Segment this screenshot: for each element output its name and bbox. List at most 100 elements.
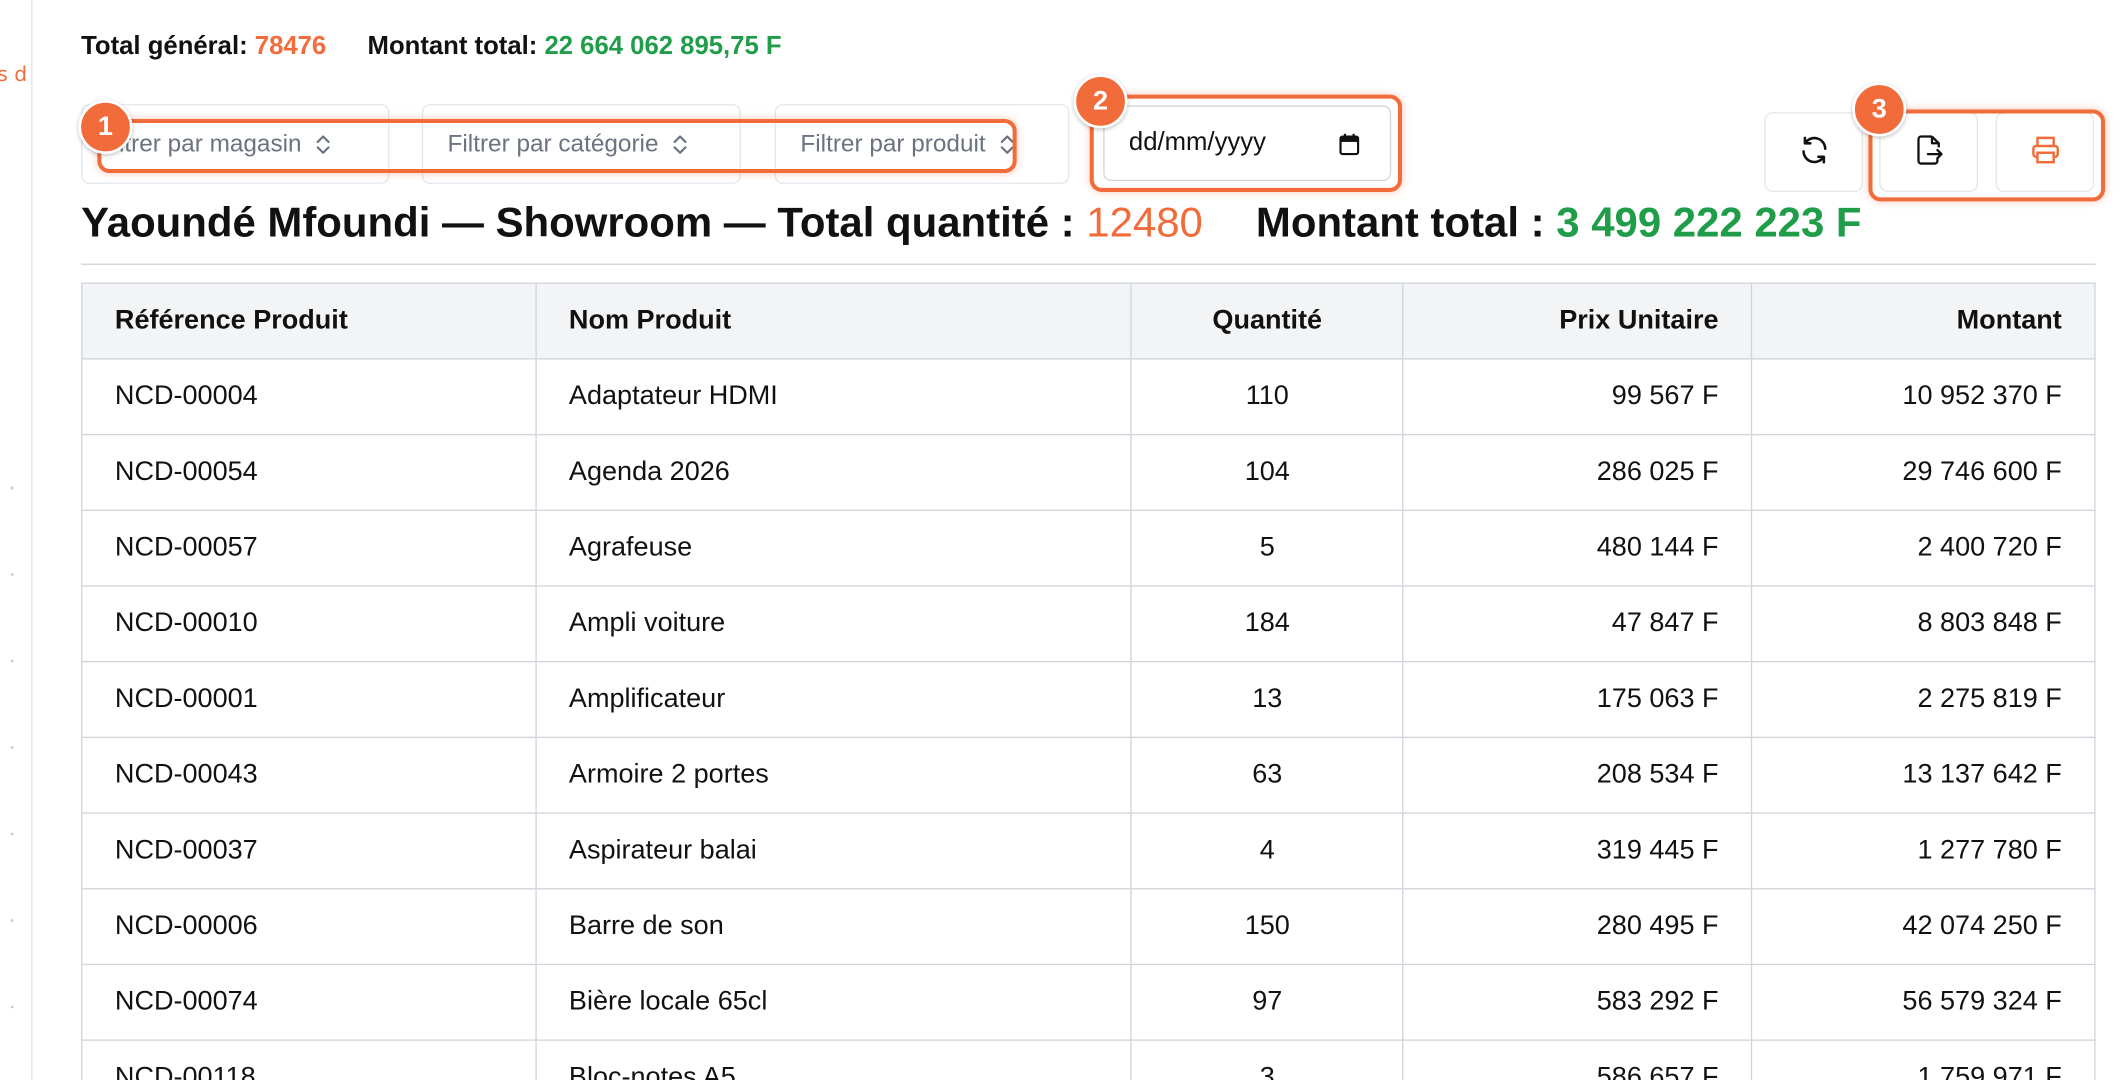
cell-amount: 29 746 600 F (1750, 433, 2096, 511)
cell-amount: 1 759 971 F (1750, 1039, 2096, 1080)
cell-reference: NCD-00074 (81, 963, 537, 1041)
cell-unit-price: 286 025 F (1402, 433, 1753, 511)
cell-name: Armoire 2 portes (535, 736, 1133, 814)
annotation-badge-1: 1 (78, 100, 133, 155)
annotation-badge-2: 2 (1073, 74, 1128, 129)
cell-amount: 1 277 780 F (1750, 812, 2096, 890)
table-row[interactable]: NCD-00004 Adaptateur HDMI 110 99 567 F 1… (81, 358, 2096, 436)
table-row[interactable]: NCD-00054 Agenda 2026 104 286 025 F 29 7… (81, 433, 2096, 511)
cell-amount: 8 803 848 F (1750, 585, 2096, 663)
cell-amount: 13 137 642 F (1750, 736, 2096, 814)
sidebar-dot (10, 832, 14, 836)
cell-name: Barre de son (535, 888, 1133, 966)
table-row[interactable]: NCD-00074 Bière locale 65cl 97 583 292 F… (81, 963, 2096, 1041)
sidebar-dot (10, 746, 14, 749)
cell-quantity: 13 (1130, 660, 1404, 739)
cell-unit-price: 586 657 F (1402, 1039, 1753, 1080)
cell-reference: NCD-00054 (81, 433, 537, 511)
annotation-badge-3: 3 (1852, 82, 1907, 137)
cell-reference: NCD-00118 (81, 1039, 537, 1080)
cell-amount: 2 275 819 F (1750, 660, 2096, 739)
table-row[interactable]: NCD-00057 Agrafeuse 5 480 144 F 2 400 72… (81, 509, 2096, 587)
chevron-up-down-icon (315, 132, 331, 156)
page: s d Total général: 78476 Montant total: … (0, 0, 2120, 1080)
section-divider (81, 263, 2096, 265)
print-button[interactable] (1995, 112, 2095, 192)
cell-amount: 10 952 370 F (1750, 358, 2096, 436)
cell-reference: NCD-00010 (81, 585, 537, 663)
grand-totals: Total général: 78476 Montant total: 22 6… (81, 32, 781, 62)
section-store: Yaoundé Mfoundi (81, 198, 431, 247)
cell-quantity: 97 (1130, 963, 1404, 1041)
cell-quantity: 5 (1130, 509, 1404, 587)
column-header-quantity[interactable]: Quantité (1130, 282, 1404, 360)
cell-reference: NCD-00037 (81, 812, 537, 890)
date-filter-input[interactable]: dd/mm/yyyy (1103, 105, 1392, 182)
cell-quantity: 110 (1130, 358, 1404, 436)
cell-amount: 42 074 250 F (1750, 888, 2096, 966)
category-filter-select[interactable]: Filtrer par catégorie (421, 104, 741, 184)
section-qty-value: 12480 (1086, 198, 1203, 247)
total-amount-label: Montant total: (367, 32, 538, 61)
sidebar-dot (10, 573, 14, 576)
refresh-button[interactable] (1764, 112, 1864, 192)
column-header-amount[interactable]: Montant (1750, 282, 2096, 360)
table-header-row: Référence Produit Nom Produit Quantité P… (81, 282, 2096, 360)
printer-icon (2029, 133, 2061, 171)
cell-quantity: 4 (1130, 812, 1404, 890)
section-separator: — (723, 198, 766, 247)
table-row[interactable]: NCD-00006 Barre de son 150 280 495 F 42 … (81, 888, 2096, 966)
sidebar-dot (10, 659, 14, 663)
table-row[interactable]: NCD-00043 Armoire 2 portes 63 208 534 F … (81, 736, 2096, 814)
table-row[interactable]: NCD-00037 Aspirateur balai 4 319 445 F 1… (81, 812, 2096, 890)
cell-unit-price: 319 445 F (1402, 812, 1753, 890)
chevron-up-down-icon (999, 132, 1015, 156)
table-row[interactable]: NCD-00010 Ampli voiture 184 47 847 F 8 8… (81, 585, 2096, 663)
cell-reference: NCD-00057 (81, 509, 537, 587)
section-qty-label: Total quantité : (777, 198, 1075, 247)
cell-reference: NCD-00006 (81, 888, 537, 966)
section-separator: — (442, 198, 484, 247)
refresh-icon (1797, 133, 1829, 171)
cell-name: Aspirateur balai (535, 812, 1133, 890)
file-export-icon (1914, 133, 1944, 171)
cell-amount: 2 400 720 F (1750, 509, 2096, 587)
cell-unit-price: 208 534 F (1402, 736, 1753, 814)
sidebar-fragment-text[interactable]: s d (0, 62, 27, 86)
cell-quantity: 184 (1130, 585, 1404, 663)
date-filter-placeholder: dd/mm/yyyy (1128, 128, 1266, 157)
product-filter-placeholder: Filtrer par produit (800, 129, 986, 157)
cell-unit-price: 47 847 F (1402, 585, 1753, 663)
calendar-icon[interactable] (1338, 132, 1360, 156)
products-table: Référence Produit Nom Produit Quantité P… (81, 282, 2096, 1080)
cell-quantity: 3 (1130, 1039, 1404, 1080)
cell-name: Ampli voiture (535, 585, 1133, 663)
cell-unit-price: 280 495 F (1402, 888, 1753, 966)
cell-quantity: 150 (1130, 888, 1404, 966)
section-location: Showroom (495, 198, 713, 247)
section-amount-label: Montant total : (1255, 198, 1545, 247)
cell-unit-price: 583 292 F (1402, 963, 1753, 1041)
sidebar-dot (10, 486, 14, 490)
cell-reference: NCD-00043 (81, 736, 537, 814)
cell-name: Agrafeuse (535, 509, 1133, 587)
cell-unit-price: 99 567 F (1402, 358, 1753, 436)
total-general-label: Total général: (81, 32, 248, 61)
cell-reference: NCD-00004 (81, 358, 537, 436)
cell-unit-price: 175 063 F (1402, 660, 1753, 739)
product-filter-select[interactable]: Filtrer par produit (774, 104, 1070, 184)
column-header-unit-price[interactable]: Prix Unitaire (1402, 282, 1753, 360)
sidebar-edge: s d (0, 0, 33, 1080)
total-general-value: 78476 (254, 32, 327, 61)
cell-name: Agenda 2026 (535, 433, 1133, 511)
cell-name: Adaptateur HDMI (535, 358, 1133, 436)
cell-name: Amplificateur (535, 660, 1133, 739)
sidebar-dot (10, 1005, 14, 1009)
cell-amount: 56 579 324 F (1750, 963, 2096, 1041)
total-amount-value: 22 664 062 895,75 F (544, 32, 782, 61)
cell-unit-price: 480 144 F (1402, 509, 1753, 587)
column-header-reference[interactable]: Référence Produit (81, 282, 537, 360)
column-header-name[interactable]: Nom Produit (535, 282, 1133, 360)
table-row[interactable]: NCD-00001 Amplificateur 13 175 063 F 2 2… (81, 660, 2096, 739)
table-row[interactable]: NCD-00118 Bloc-notes A5 3 586 657 F 1 75… (81, 1039, 2096, 1080)
